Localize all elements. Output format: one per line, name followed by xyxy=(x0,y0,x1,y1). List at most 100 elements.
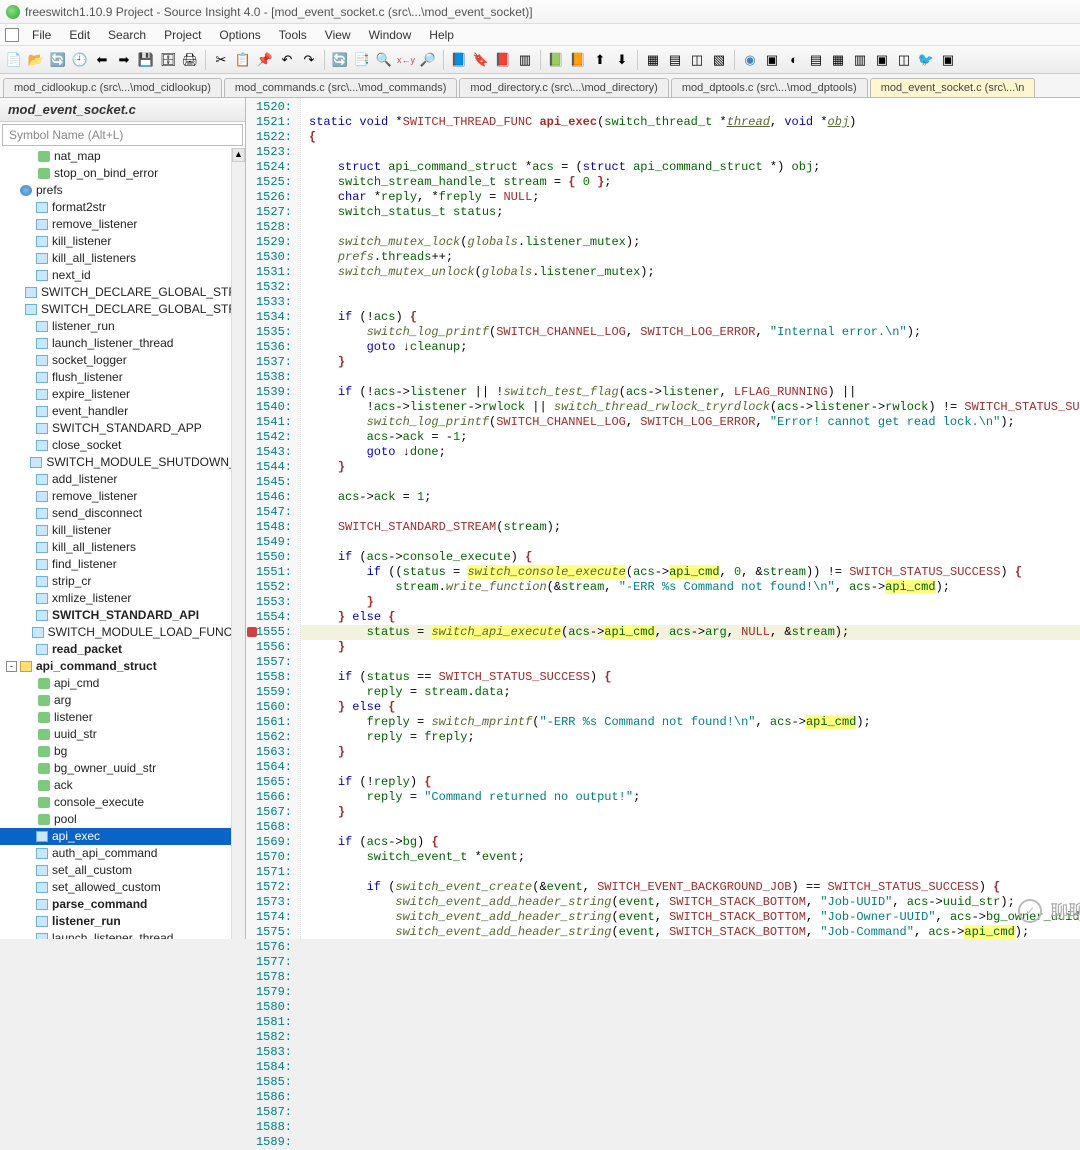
symbol-item[interactable]: listener xyxy=(0,709,245,726)
code-line[interactable]: switch_mutex_unlock(globals.listener_mut… xyxy=(309,265,1080,280)
replace-icon[interactable]: x←y xyxy=(396,50,416,70)
forward-icon[interactable]: ➡ xyxy=(114,50,134,70)
symbol-item[interactable]: listener_run xyxy=(0,318,245,335)
menu-view[interactable]: View xyxy=(316,26,360,44)
file-tab[interactable]: mod_directory.c (src\...\mod_directory) xyxy=(459,78,668,97)
panel3-icon[interactable]: ◐ xyxy=(784,50,804,70)
code-line[interactable]: } else { xyxy=(309,700,1080,715)
symbol-item[interactable]: stop_on_bind_error xyxy=(0,165,245,182)
code-line[interactable] xyxy=(309,820,1080,835)
code-line[interactable]: stream.write_function(&stream, "-ERR %s … xyxy=(309,580,1080,595)
symbol-item[interactable]: kill_all_listeners xyxy=(0,250,245,267)
code-line[interactable] xyxy=(309,370,1080,385)
code-line[interactable]: char *reply, *freply = NULL; xyxy=(309,190,1080,205)
menu-options[interactable]: Options xyxy=(210,26,269,44)
copy-icon[interactable]: 📋 xyxy=(233,50,253,70)
symbol-item[interactable]: find_listener xyxy=(0,556,245,573)
code-editor[interactable]: 1520:1521:1522:1523:1524:1525:1526:1527:… xyxy=(246,98,1080,939)
symbol-item[interactable]: SWITCH_DECLARE_GLOBAL_STRIN xyxy=(0,301,245,318)
code-line[interactable]: } xyxy=(309,355,1080,370)
menu-search[interactable]: Search xyxy=(99,26,155,44)
paste-icon[interactable]: 📌 xyxy=(255,50,275,70)
code-line[interactable]: if ((status = switch_console_execute(acs… xyxy=(309,565,1080,580)
symbol-item[interactable]: nat_map xyxy=(0,148,245,165)
symbol-search-input[interactable]: Symbol Name (Alt+L) xyxy=(2,124,243,146)
code-line[interactable]: switch_event_add_header_string(event, SW… xyxy=(309,910,1080,925)
code-line[interactable]: acs->ack = -1; xyxy=(309,430,1080,445)
symbol-item[interactable]: kill_listener xyxy=(0,522,245,539)
code-line[interactable] xyxy=(309,535,1080,550)
symbol-item[interactable]: listener_run xyxy=(0,913,245,930)
panel7-icon[interactable]: ▣ xyxy=(872,50,892,70)
code-line[interactable]: } xyxy=(309,805,1080,820)
code-line[interactable]: if (acs->console_execute) { xyxy=(309,550,1080,565)
code-line[interactable]: !acs->listener->rwlock || switch_thread_… xyxy=(309,400,1080,415)
symbol-item[interactable]: format2str xyxy=(0,199,245,216)
code-line[interactable]: freply = switch_mprintf("-ERR %s Command… xyxy=(309,715,1080,730)
symbol-item[interactable]: bg_owner_uuid_str xyxy=(0,760,245,777)
print-icon[interactable]: 🖨 xyxy=(180,50,200,70)
panel9-icon[interactable]: ▣ xyxy=(938,50,958,70)
menu-edit[interactable]: Edit xyxy=(60,26,99,44)
open-icon[interactable]: 📂 xyxy=(26,50,46,70)
symbol-item[interactable]: SWITCH_STANDARD_API xyxy=(0,607,245,624)
symbol-item[interactable]: xmlize_listener xyxy=(0,590,245,607)
symbol-item[interactable]: close_socket xyxy=(0,437,245,454)
bookmark2-icon[interactable]: 📕 xyxy=(493,50,513,70)
code-line[interactable]: { xyxy=(309,130,1080,145)
save-icon[interactable]: 💾 xyxy=(136,50,156,70)
code-line[interactable]: acs->ack = 1; xyxy=(309,490,1080,505)
saveall-icon[interactable]: 🗄 xyxy=(158,50,178,70)
code-line[interactable]: } xyxy=(309,595,1080,610)
file-tab[interactable]: mod_cidlookup.c (src\...\mod_cidlookup) xyxy=(3,78,222,97)
symbol-item[interactable]: SWITCH_DECLARE_GLOBAL_STRIN xyxy=(0,284,245,301)
code-line[interactable]: switch_event_add_header_string(event, SW… xyxy=(309,895,1080,910)
context-icon[interactable]: 📗 xyxy=(546,50,566,70)
sidebar-scrollbar[interactable]: ▲ xyxy=(231,148,245,939)
code-line[interactable]: status = switch_api_execute(acs->api_cmd… xyxy=(301,625,1080,640)
symbol-item[interactable]: console_execute xyxy=(0,794,245,811)
symbol-item[interactable]: api_exec xyxy=(0,828,245,845)
bookmark-icon[interactable]: 🔖 xyxy=(471,50,491,70)
code-line[interactable]: switch_event_add_header_string(event, SW… xyxy=(309,925,1080,939)
symbol-item[interactable]: pool xyxy=(0,811,245,828)
symbol-list[interactable]: nat_mapstop_on_bind_errorprefsformat2str… xyxy=(0,148,245,939)
symbol-item[interactable]: -api_command_struct xyxy=(0,658,245,675)
code-line[interactable] xyxy=(309,760,1080,775)
nav-up-icon[interactable]: ⬆ xyxy=(590,50,610,70)
code-line[interactable] xyxy=(309,655,1080,670)
back-icon[interactable]: ⬅ xyxy=(92,50,112,70)
menu-tools[interactable]: Tools xyxy=(270,26,316,44)
code-line[interactable]: switch_status_t status; xyxy=(309,205,1080,220)
code-area[interactable]: static void *SWITCH_THREAD_FUNC api_exec… xyxy=(301,98,1080,939)
menubar[interactable]: FileEditSearchProjectOptionsToolsViewWin… xyxy=(0,24,1080,46)
code-line[interactable]: if (switch_event_create(&event, SWITCH_E… xyxy=(309,880,1080,895)
panel6-icon[interactable]: ▥ xyxy=(850,50,870,70)
symbol-item[interactable]: socket_logger xyxy=(0,352,245,369)
symbol-item[interactable]: read_packet xyxy=(0,641,245,658)
code-line[interactable] xyxy=(309,505,1080,520)
code-line[interactable]: switch_stream_handle_t stream = { 0 }; xyxy=(309,175,1080,190)
menu-help[interactable]: Help xyxy=(420,26,463,44)
findnext-icon[interactable]: 🔎 xyxy=(418,50,438,70)
history-icon[interactable]: 🕘 xyxy=(70,50,90,70)
code-line[interactable] xyxy=(309,220,1080,235)
symbol-item[interactable]: launch_listener_thread xyxy=(0,930,245,939)
split-icon[interactable]: ▥ xyxy=(515,50,535,70)
new-icon[interactable]: 📄 xyxy=(4,50,24,70)
file-tab[interactable]: mod_commands.c (src\...\mod_commands) xyxy=(224,78,458,97)
symbol-item[interactable]: strip_cr xyxy=(0,573,245,590)
code-line[interactable]: switch_event_t *event; xyxy=(309,850,1080,865)
menu-window[interactable]: Window xyxy=(360,26,421,44)
code-line[interactable]: if (!acs->listener || !switch_test_flag(… xyxy=(309,385,1080,400)
code-line[interactable]: reply = stream.data; xyxy=(309,685,1080,700)
symbol-item[interactable]: SWITCH_MODULE_SHUTDOWN_F xyxy=(0,454,245,471)
code-line[interactable]: if (!acs) { xyxy=(309,310,1080,325)
win1-icon[interactable]: ▦ xyxy=(643,50,663,70)
code-line[interactable]: prefs.threads++; xyxy=(309,250,1080,265)
code-line[interactable]: goto ↓cleanup; xyxy=(309,340,1080,355)
code-line[interactable]: goto ↓done; xyxy=(309,445,1080,460)
symbol-item[interactable]: SWITCH_STANDARD_APP xyxy=(0,420,245,437)
code-line[interactable]: } xyxy=(309,745,1080,760)
symbol-item[interactable]: send_disconnect xyxy=(0,505,245,522)
